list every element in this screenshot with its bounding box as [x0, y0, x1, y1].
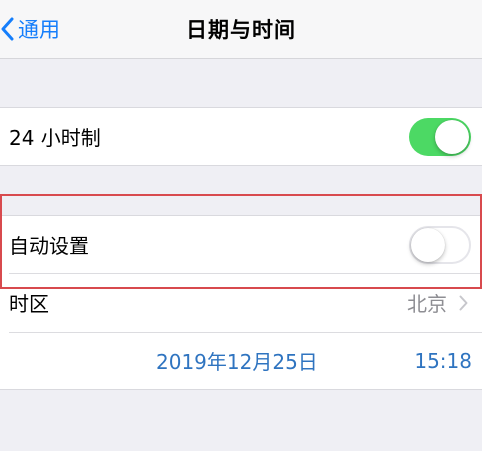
- timezone-row[interactable]: 时区 北京: [0, 274, 482, 331]
- date-time-row[interactable]: 2019年12月25日 15:18: [0, 332, 482, 389]
- auto-set-label: 自动设置: [9, 234, 89, 258]
- hour24-group: 24 小时制: [0, 107, 482, 166]
- time-value[interactable]: 15:18: [414, 349, 472, 373]
- timezone-value-wrap: 北京: [407, 288, 468, 317]
- navigation-bar: 通用 日期与时间: [0, 0, 482, 59]
- hour24-row: 24 小时制: [0, 108, 482, 165]
- hour24-label: 24 小时制: [9, 126, 101, 150]
- auto-set-toggle[interactable]: [409, 225, 471, 264]
- hour24-toggle[interactable]: [409, 117, 471, 156]
- timezone-value: 北京: [407, 292, 447, 316]
- date-value[interactable]: 2019年12月25日: [156, 346, 318, 375]
- auto-set-row: 自动设置: [0, 216, 482, 273]
- toggle-knob: [435, 119, 469, 154]
- toggle-knob: [411, 227, 445, 262]
- timezone-label: 时区: [9, 292, 49, 316]
- chevron-right-icon: [459, 295, 468, 310]
- page-title: 日期与时间: [186, 18, 296, 42]
- datetime-group: 自动设置 时区 北京 2019年12月25日 15:18: [0, 215, 482, 390]
